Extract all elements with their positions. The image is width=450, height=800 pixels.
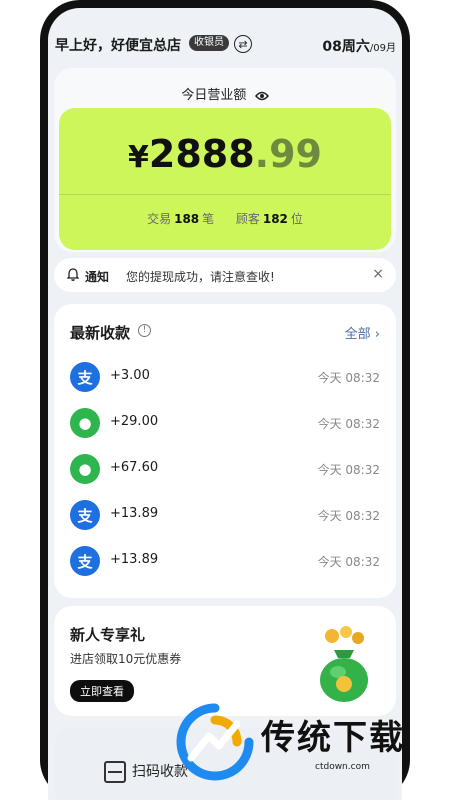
wechat-icon: ● bbox=[70, 408, 100, 438]
greeting: 早上好，好便宜总店 bbox=[55, 38, 181, 54]
watermark-url: ctdown.com bbox=[315, 762, 370, 772]
alipay-icon: 支 bbox=[70, 362, 100, 392]
receipt-amount: +13.89 bbox=[110, 506, 159, 521]
alipay-icon: 支 bbox=[70, 500, 100, 530]
alipay-icon: 支 bbox=[70, 546, 100, 576]
notice-bar[interactable]: 通知 您的提现成功，请注意查收! × bbox=[54, 258, 396, 292]
wechat-icon: ● bbox=[70, 454, 100, 484]
promo-desc: 进店领取10元优惠券 bbox=[70, 652, 182, 666]
money-bag-icon bbox=[320, 626, 368, 702]
receipts-title: 最新收款 bbox=[70, 324, 131, 342]
receipt-amount: +67.60 bbox=[110, 460, 159, 475]
receipt-row[interactable]: 支 +3.00 今天 08:32 bbox=[70, 362, 380, 398]
promo-title: 新人专享礼 bbox=[70, 626, 146, 644]
notice-tag: 通知 bbox=[85, 270, 110, 284]
bell-icon bbox=[67, 268, 79, 281]
revenue-stats: 交易 188 笔 顾客 182 位 bbox=[147, 212, 303, 226]
receipt-row[interactable]: 支 +13.89 今天 08:32 bbox=[70, 500, 380, 536]
receipt-amount: +13.89 bbox=[110, 552, 159, 567]
notice-text: 您的提现成功，请注意查收! bbox=[126, 270, 275, 284]
app-screen: 早上好，好便宜总店 收银员 ⇄ 08周六/09月 今日营业额 ¥2888.99 … bbox=[48, 8, 402, 800]
site-watermark: 传统下载 ctdown.com bbox=[175, 700, 435, 800]
revenue-summary: ¥2888.99 交易 188 笔 顾客 182 位 bbox=[59, 108, 391, 250]
revenue-label: 今日营业额 bbox=[54, 84, 396, 103]
receipt-row[interactable]: ● +67.60 今天 08:32 bbox=[70, 454, 380, 490]
revenue-card: 今日营业额 ¥2888.99 交易 188 笔 顾客 182 位 bbox=[54, 68, 396, 252]
role-badge: 收银员 bbox=[189, 35, 229, 51]
close-icon[interactable]: × bbox=[372, 266, 384, 282]
info-icon[interactable]: ! bbox=[138, 324, 151, 337]
receipt-time: 今天 08:32 bbox=[317, 555, 380, 569]
divider bbox=[59, 194, 391, 195]
eye-icon[interactable] bbox=[254, 91, 269, 101]
receipt-row[interactable]: 支 +13.89 今天 08:32 bbox=[70, 546, 380, 582]
receipt-amount: +3.00 bbox=[110, 368, 150, 383]
latest-receipts-card: 最新收款 ! 全部 › 支 +3.00 今天 08:32 ● +29.00 今天… bbox=[54, 304, 396, 598]
scan-icon bbox=[104, 761, 126, 783]
receipt-time: 今天 08:32 bbox=[317, 463, 380, 477]
receipt-row[interactable]: ● +29.00 今天 08:32 bbox=[70, 408, 380, 444]
switch-account-icon[interactable]: ⇄ bbox=[234, 35, 252, 53]
receipt-time: 今天 08:32 bbox=[317, 371, 380, 385]
watermark-logo-icon bbox=[176, 703, 254, 781]
receipt-time: 今天 08:32 bbox=[317, 417, 380, 431]
view-all-link[interactable]: 全部 › bbox=[345, 323, 380, 342]
watermark-title: 传统下载 bbox=[261, 718, 405, 758]
receipt-amount: +29.00 bbox=[110, 414, 159, 429]
revenue-amount: ¥2888.99 bbox=[128, 132, 322, 176]
view-now-button[interactable]: 立即查看 bbox=[70, 680, 134, 702]
receipt-time: 今天 08:32 bbox=[317, 509, 380, 523]
date: 08周六/09月 bbox=[322, 39, 396, 55]
